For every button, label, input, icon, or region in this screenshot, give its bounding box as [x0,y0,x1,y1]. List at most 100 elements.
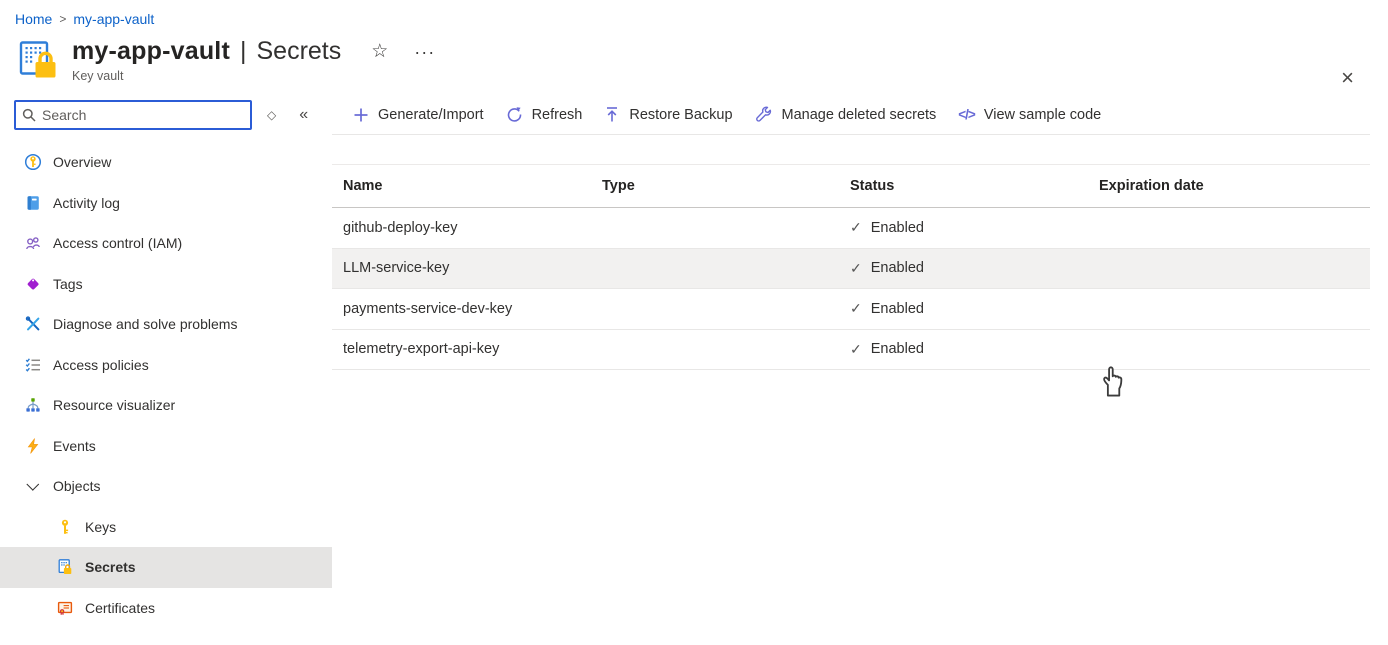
sidebar-item-label: Events [53,438,96,454]
secret-name: payments-service-dev-key [332,301,591,317]
breadcrumb: Home > my-app-vault [0,0,1388,27]
check-icon: ✓ [850,260,862,277]
sidebar-item-resource-visualizer[interactable]: Resource visualizer [0,385,332,426]
command-bar: Generate/Import Refresh Restore Backup [332,95,1370,135]
column-header-name[interactable]: Name [332,178,591,194]
secret-name: LLM-service-key [332,260,591,276]
breadcrumb-current-link[interactable]: my-app-vault [73,11,154,27]
toolbar-button-label: Manage deleted secrets [782,107,937,123]
sidebar-item-label: Overview [53,154,111,170]
sidebar-item-label: Tags [53,276,83,292]
sidebar-item-keys[interactable]: Keys [0,507,332,548]
resource-type-label: Key vault [72,69,435,83]
secrets-main-panel: Generate/Import Refresh Restore Backup [332,99,1388,628]
plus-icon [353,107,369,123]
favorite-star-icon[interactable]: ☆ [371,42,388,61]
sidebar-item-label: Resource visualizer [53,397,175,413]
check-icon: ✓ [850,219,862,236]
sidebar-item-access-policies[interactable]: Access policies [0,345,332,386]
status-label: Enabled [871,341,924,357]
check-icon: ✓ [850,341,862,358]
sidebar: ◇ « Overview [0,99,332,628]
search-icon [22,108,36,122]
manage-deleted-secrets-button[interactable]: Manage deleted secrets [744,98,948,132]
sidebar-item-objects[interactable]: Objects [0,466,332,507]
sidebar-nav: Overview Activity log [0,142,332,628]
view-sample-code-button[interactable]: </> View sample code [947,98,1112,132]
sidebar-resize-icon[interactable]: ◇ [267,108,276,122]
secret-status: ✓ Enabled [839,219,1088,236]
sidebar-item-label: Secrets [85,559,136,575]
sidebar-collapse-icon[interactable]: « [299,106,308,124]
sidebar-search-row: ◇ « [0,99,332,131]
secret-name: telemetry-export-api-key [332,341,591,357]
table-row[interactable]: LLM-service-key ✓ Enabled [332,249,1370,290]
table-row[interactable]: payments-service-dev-key ✓ Enabled [332,289,1370,330]
sidebar-item-label: Objects [53,478,100,494]
column-header-expiration-date[interactable]: Expiration date [1088,178,1370,194]
refresh-icon [506,106,523,123]
close-blade-icon[interactable]: × [1341,67,1354,89]
sidebar-item-label: Diagnose and solve problems [53,316,237,332]
sidebar-item-label: Access policies [53,357,149,373]
tags-icon [24,275,42,293]
sidebar-item-overview[interactable]: Overview [0,142,332,183]
secret-status: ✓ Enabled [839,260,1088,277]
access-policies-icon [24,356,42,374]
key-vault-icon [14,39,60,85]
sidebar-item-diagnose[interactable]: Diagnose and solve problems [0,304,332,345]
resource-visualizer-icon [24,396,42,414]
blade-layout: ◇ « Overview [0,99,1388,628]
table-row[interactable]: github-deploy-key ✓ Enabled [332,208,1370,249]
sidebar-item-label: Keys [85,519,116,535]
toolbar-button-label: Generate/Import [378,107,484,123]
status-label: Enabled [871,260,924,276]
sidebar-item-events[interactable]: Events [0,426,332,467]
overview-icon [24,153,42,171]
secret-name: github-deploy-key [332,220,591,236]
secrets-icon [56,558,74,576]
sidebar-item-label: Certificates [85,600,155,616]
sidebar-item-label: Access control (IAM) [53,235,182,251]
page-title-resource: my-app-vault [72,37,230,66]
code-icon: </> [958,107,975,122]
toolbar-button-label: View sample code [984,107,1101,123]
secrets-table: Name Type Status Expiration date github-… [332,164,1370,370]
sidebar-item-activity-log[interactable]: Activity log [0,183,332,224]
secret-status: ✓ Enabled [839,341,1088,358]
status-label: Enabled [871,220,924,236]
column-header-status[interactable]: Status [839,178,1088,194]
diagnose-tools-icon [24,315,42,333]
restore-backup-button[interactable]: Restore Backup [593,98,743,132]
secret-status: ✓ Enabled [839,300,1088,317]
title-block: my-app-vault | Secrets ☆ ··· Key vault [72,37,435,83]
page-title-divider: | [240,37,247,66]
sidebar-item-access-control-iam[interactable]: Access control (IAM) [0,223,332,264]
breadcrumb-home-link[interactable]: Home [15,11,52,27]
breadcrumb-separator: > [59,12,66,26]
wrench-icon [755,106,773,124]
sidebar-item-certificates[interactable]: Certificates [0,588,332,629]
toolbar-button-label: Refresh [532,107,583,123]
page-title-section: Secrets [256,37,341,66]
access-control-icon [24,234,42,252]
more-options-icon[interactable]: ··· [414,43,435,61]
sidebar-item-secrets[interactable]: Secrets [0,547,332,588]
upload-arrow-icon [604,106,620,123]
sidebar-item-tags[interactable]: Tags [0,264,332,305]
generate-import-button[interactable]: Generate/Import [342,98,495,132]
status-label: Enabled [871,301,924,317]
activity-log-icon [24,194,42,212]
check-icon: ✓ [850,300,862,317]
chevron-down-icon [24,477,42,495]
column-header-type[interactable]: Type [591,178,839,194]
search-box [14,100,252,130]
refresh-button[interactable]: Refresh [495,98,594,132]
certificates-icon [56,599,74,617]
table-row[interactable]: telemetry-export-api-key ✓ Enabled [332,330,1370,371]
search-input[interactable] [42,107,244,123]
events-icon [24,437,42,455]
toolbar-button-label: Restore Backup [629,107,732,123]
table-header-row: Name Type Status Expiration date [332,165,1370,208]
sidebar-item-label: Activity log [53,195,120,211]
